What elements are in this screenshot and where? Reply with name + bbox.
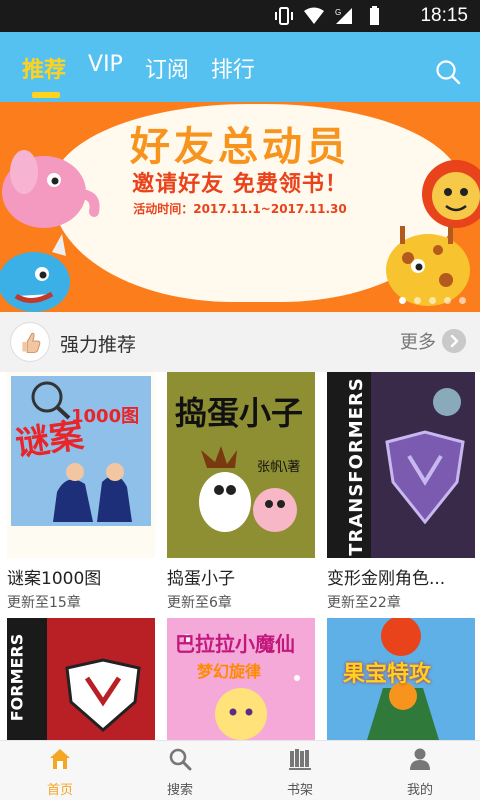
cover-title: 巴拉拉小魔仙 <box>175 632 295 656</box>
nav-bookshelf-label: 书架 <box>286 783 313 798</box>
tab-subscribe[interactable]: 订阅 <box>145 52 189 84</box>
book-title: 变形金刚角色... <box>327 569 446 589</box>
more-button[interactable]: 更多 <box>400 328 466 354</box>
book-card[interactable]: TRANSFORMERS 变形金刚角色... 更新至22章 <box>327 372 475 612</box>
more-label: 更多 <box>400 332 436 353</box>
blue-rhino-illustration <box>0 234 70 312</box>
svg-text:G: G <box>335 8 341 17</box>
cover-title: 捣蛋小子 <box>175 394 304 432</box>
banner-date: 活动时间：2017.11.1~2017.11.30 <box>133 202 347 216</box>
book-card[interactable]: 谜案 1000图 谜案1000图 更新至15章 <box>7 372 155 612</box>
status-icons: G <box>274 6 384 26</box>
nav-home[interactable]: 首页 <box>0 741 120 800</box>
book-cover: 谜案 1000图 <box>7 372 155 558</box>
cover-title: 果宝特攻 <box>343 662 432 687</box>
book-card[interactable]: 巴拉拉小魔仙 梦幻旋律 <box>167 618 315 740</box>
banner-dot[interactable] <box>444 297 451 304</box>
banner-dot[interactable] <box>459 297 466 304</box>
tab-ranking[interactable]: 排行 <box>211 52 255 84</box>
book-title: 谜案1000图 <box>7 569 102 589</box>
nav-search[interactable]: 搜索 <box>120 741 240 800</box>
battery-icon <box>370 6 379 25</box>
thumbs-up-icon <box>10 322 50 362</box>
banner-pagination <box>399 297 466 304</box>
banner-subtitle: 邀请好友 免费领书！ <box>132 172 348 197</box>
banner-title: 好友总动员 <box>130 124 350 170</box>
cover-subtitle: 1000图 <box>71 406 140 427</box>
book-cover: 果宝特攻 <box>327 618 475 740</box>
book-cover: TRANSFORMERS <box>327 372 475 558</box>
book-cover: FORMERS <box>7 618 155 740</box>
search-icon <box>169 748 192 771</box>
book-cover: 捣蛋小子 张帆\著 <box>167 372 315 558</box>
promo-banner[interactable]: 好友总动员 邀请好友 免费领书！ 活动时间：2017.11.1~2017.11.… <box>0 102 480 312</box>
tab-recommend[interactable]: 推荐 <box>22 52 66 98</box>
banner-dot[interactable] <box>414 297 421 304</box>
recommend-section-header: 强力推荐 更多 <box>0 312 480 372</box>
cover-subtitle: 梦幻旋律 <box>197 662 262 681</box>
book-update-status: 更新至6章 <box>167 595 232 611</box>
book-update-status: 更新至15章 <box>7 595 81 611</box>
book-card[interactable]: 捣蛋小子 张帆\著 捣蛋小子 更新至6章 <box>167 372 315 612</box>
cover-title: FORMERS <box>7 633 27 722</box>
wifi-icon <box>304 7 324 24</box>
search-icon[interactable] <box>434 58 462 86</box>
top-nav: 推荐 VIP 订阅 排行 <box>0 32 480 102</box>
tab-bar: 推荐 VIP 订阅 排行 <box>22 52 277 98</box>
cover-subtitle: 张帆\著 <box>257 460 301 475</box>
nav-profile[interactable]: 我的 <box>360 741 480 800</box>
book-card[interactable]: FORMERS <box>7 618 155 740</box>
book-title: 捣蛋小子 <box>167 569 235 589</box>
vibrate-icon <box>275 7 293 25</box>
chevron-right-icon <box>442 329 466 353</box>
cover-art <box>7 372 155 558</box>
tab-vip[interactable]: VIP <box>88 52 123 84</box>
bookshelf-icon <box>289 749 311 770</box>
banner-dot[interactable] <box>399 297 406 304</box>
clock: 18:15 <box>420 5 468 26</box>
nav-bookshelf[interactable]: 书架 <box>240 741 360 800</box>
home-icon <box>50 749 70 769</box>
nav-home-label: 首页 <box>46 783 73 798</box>
bottom-nav: 首页 搜索 书架 我的 <box>0 740 480 800</box>
nav-profile-label: 我的 <box>406 783 433 798</box>
user-icon <box>410 748 430 770</box>
nav-search-label: 搜索 <box>166 783 193 798</box>
cover-art <box>7 618 155 740</box>
banner-dot[interactable] <box>429 297 436 304</box>
section-title: 强力推荐 <box>60 334 137 356</box>
status-bar: G 18:15 <box>0 0 480 32</box>
book-card[interactable]: 果宝特攻 <box>327 618 475 740</box>
book-update-status: 更新至22章 <box>327 595 401 611</box>
book-cover: 巴拉拉小魔仙 梦幻旋律 <box>167 618 315 740</box>
cover-title: TRANSFORMERS <box>345 377 367 556</box>
signal-icon: G <box>335 8 352 24</box>
